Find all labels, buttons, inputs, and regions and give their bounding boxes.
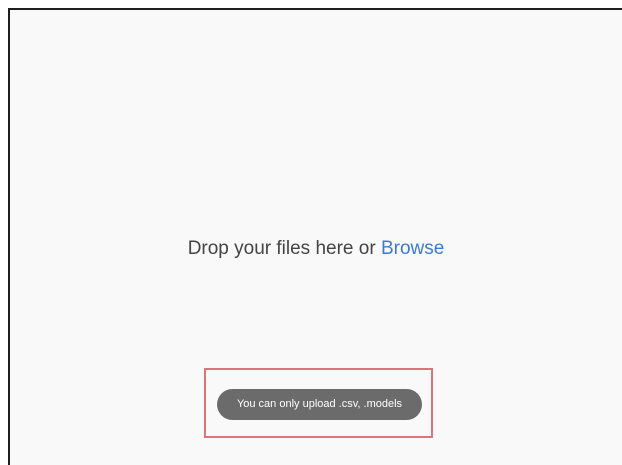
dropzone-prompt: Drop your files here or Browse (10, 238, 622, 260)
toast-message: You can only upload .csv, .models (236, 398, 403, 410)
browse-link[interactable]: Browse (381, 238, 444, 259)
dropzone-prompt-text: Drop your files here or (187, 238, 376, 259)
upload-error-toast: You can only upload .csv, .models (217, 389, 422, 420)
